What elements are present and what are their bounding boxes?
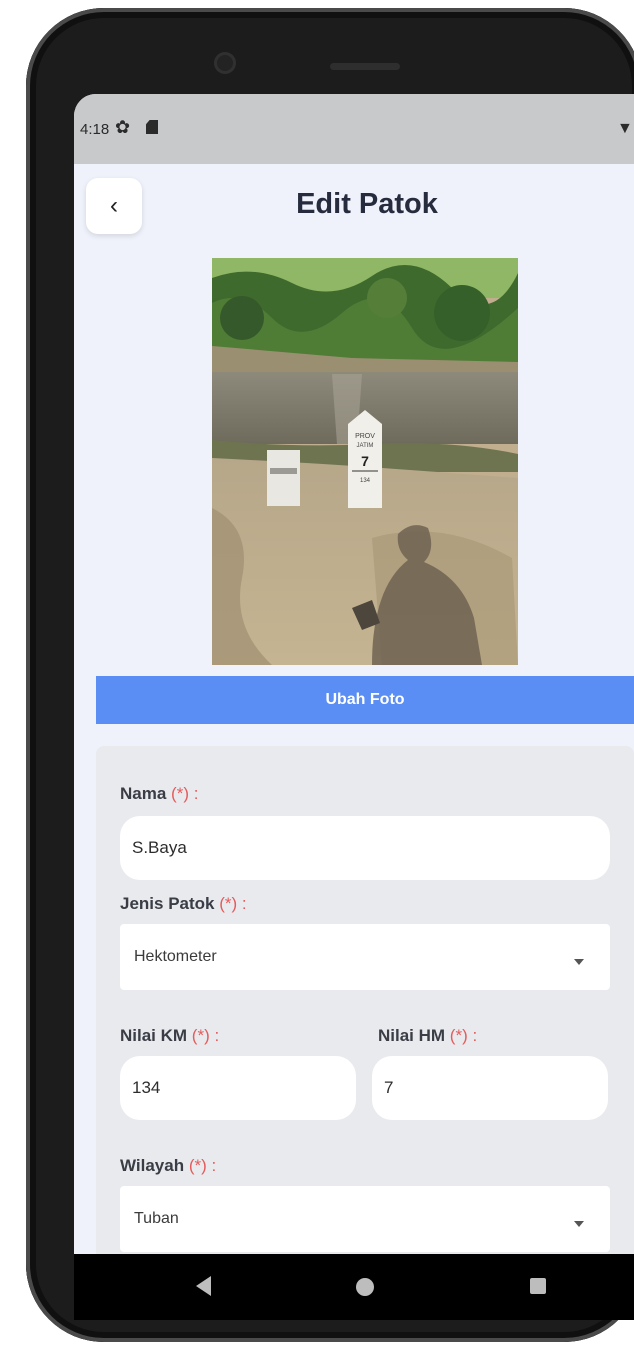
phone-frame: 4:18 ✿ ▼◢▮ ‹ Edit Patok	[26, 8, 634, 1342]
nav-back-icon[interactable]	[196, 1276, 211, 1296]
required-marker: (*)	[171, 784, 189, 803]
required-marker: (*)	[449, 1026, 468, 1045]
wilayah-select[interactable]: Tuban	[120, 1186, 610, 1252]
label-colon: :	[467, 1026, 478, 1045]
wilayah-label: Wilayah (*) :	[120, 1156, 216, 1176]
photo-image: PROV JATIM 7 134	[212, 258, 518, 665]
screen: 4:18 ✿ ▼◢▮ ‹ Edit Patok	[74, 94, 634, 1320]
dropdown-caret-icon	[574, 959, 584, 965]
status-right-icons: ▼◢▮	[617, 118, 634, 138]
status-bar: 4:18 ✿ ▼◢▮	[74, 94, 634, 164]
wifi-icon: ▼	[617, 120, 634, 137]
label-colon: :	[237, 894, 247, 913]
form-card: Nama (*) : S.Baya Jenis Patok (*) : Hekt…	[96, 746, 634, 1320]
jenis-patok-label-text: Jenis Patok	[120, 894, 215, 913]
required-marker: (*)	[219, 894, 238, 913]
required-marker: (*)	[188, 1156, 207, 1175]
front-camera	[214, 52, 236, 74]
nilai-hm-value: 7	[384, 1078, 394, 1097]
nama-value: S.Baya	[132, 838, 187, 857]
status-time: 4:18	[80, 121, 110, 138]
gear-icon: ✿	[115, 117, 131, 137]
nilai-hm-label: Nilai HM (*) :	[378, 1026, 477, 1046]
jenis-patok-value: Hektometer	[134, 948, 217, 965]
marker-text-line2: JATIM	[357, 443, 374, 449]
dropdown-caret-icon	[574, 1221, 584, 1227]
nav-home-icon[interactable]	[356, 1278, 374, 1296]
nama-input[interactable]: S.Baya	[120, 816, 610, 880]
wilayah-value: Tuban	[134, 1210, 179, 1227]
jenis-patok-select[interactable]: Hektometer	[120, 924, 610, 990]
nilai-km-label: Nilai KM (*) :	[120, 1026, 219, 1046]
nilai-km-input[interactable]: 134	[120, 1056, 356, 1120]
nilai-hm-input[interactable]: 7	[372, 1056, 608, 1120]
nama-label-text: Nama	[120, 784, 167, 803]
nilai-km-value: 134	[132, 1078, 161, 1097]
label-colon: :	[209, 1026, 220, 1045]
marker-bottom-text: 134	[360, 478, 371, 484]
required-marker: (*)	[191, 1026, 210, 1045]
sd-card-icon	[146, 120, 158, 134]
nilai-km-label-text: Nilai KM	[120, 1026, 188, 1045]
marker-number: 7	[361, 453, 369, 469]
nav-recents-icon[interactable]	[530, 1278, 546, 1294]
label-colon: :	[189, 784, 199, 803]
marker-text-line1: PROV	[355, 433, 375, 440]
change-photo-button[interactable]: Ubah Foto	[96, 676, 634, 724]
earpiece-speaker	[330, 63, 400, 70]
page-title: Edit Patok	[296, 188, 438, 220]
wilayah-label-text: Wilayah	[120, 1156, 185, 1175]
jenis-patok-label: Jenis Patok (*) :	[120, 894, 247, 914]
system-nav-bar	[74, 1254, 634, 1320]
label-colon: :	[206, 1156, 217, 1175]
nama-label: Nama (*) :	[120, 784, 198, 804]
nilai-hm-label-text: Nilai HM	[378, 1026, 446, 1045]
marker-photo[interactable]: PROV JATIM 7 134	[212, 258, 518, 665]
